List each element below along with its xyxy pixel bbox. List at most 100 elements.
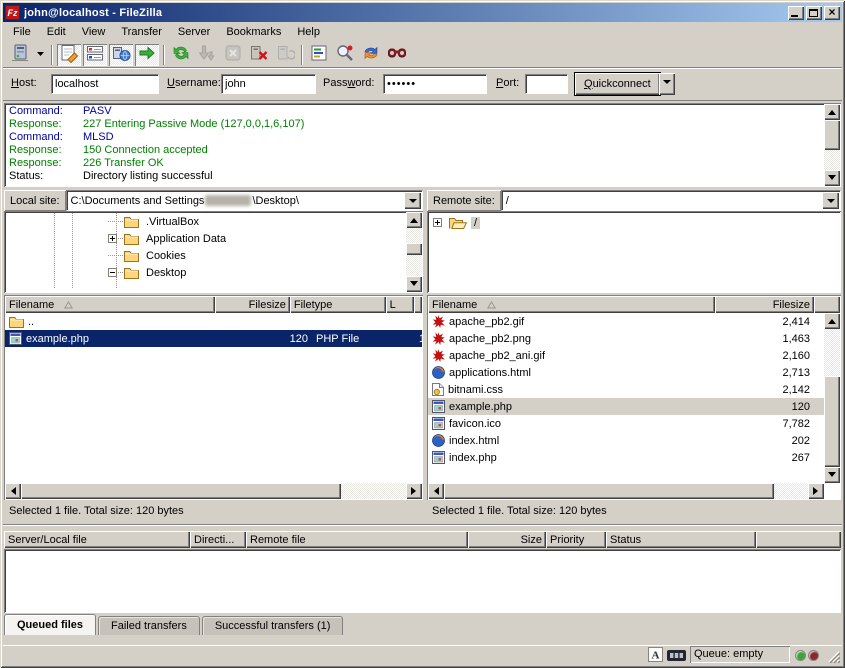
compare-icon[interactable] [333,44,357,66]
tree-item-virtualbox[interactable]: .VirtualBox [4,213,405,230]
speed-limits-icon[interactable] [667,650,686,664]
file-row-bitnami-css[interactable]: bitnami.css2,142 [428,381,824,398]
tree-item-application-data[interactable]: Application Data [4,230,405,247]
cancel-icon[interactable] [221,44,245,66]
column-header-filesize[interactable]: Filesize [215,296,290,313]
minimize-button[interactable] [788,6,804,20]
close-button[interactable]: × [824,6,840,20]
remote-file-list[interactable]: FilenameFilesize apache_pb2.gif2,414apac… [427,295,841,500]
quickconnect-dropdown-button[interactable] [659,73,675,95]
toggle-queue-icon[interactable] [135,44,159,66]
queue-column-status[interactable]: Status [606,531,756,548]
tree-item-root[interactable]: / [433,214,837,231]
site-manager-icon[interactable] [8,44,32,66]
queue-column-size[interactable]: Size [468,531,546,548]
port-input[interactable] [525,74,568,94]
resize-grip[interactable] [827,650,840,666]
scroll-down-button[interactable] [406,276,422,292]
remote-hscrollbar[interactable] [428,483,824,499]
tree-item-cookies[interactable]: Cookies [4,247,405,264]
host-input[interactable] [51,74,159,94]
file-row-[interactable]: .. [5,313,422,330]
scroll-up-button[interactable] [824,313,840,329]
scroll-down-button[interactable] [824,467,840,483]
quickconnect-button[interactable]: Quickconnect [575,73,660,95]
remote-vscrollbar[interactable] [824,313,840,483]
toggle-log-icon[interactable] [57,44,81,66]
queue-column-priority[interactable]: Priority [546,531,606,548]
disconnect-icon[interactable] [247,44,271,66]
queue-column-server-local-file[interactable]: Server/Local file [4,531,190,548]
column-header-filename[interactable]: Filename [5,296,215,313]
menu-item-bookmarks[interactable]: Bookmarks [218,23,289,42]
scroll-up-button[interactable] [406,212,422,228]
username-input[interactable] [221,74,316,94]
tab-successful-transfers-1[interactable]: Successful transfers (1) [202,616,344,635]
menu-item-help[interactable]: Help [289,23,328,42]
scroll-thumb[interactable] [444,483,774,499]
queue-column-directi[interactable]: Directi... [190,531,246,548]
scroll-thumb[interactable] [824,120,840,150]
menu-item-view[interactable]: View [74,23,114,42]
tree-item-desktop[interactable]: Desktop [4,264,405,281]
tab-queued-files[interactable]: Queued files [4,614,96,635]
expand-plus-icon[interactable] [433,218,442,227]
toggle-local-tree-icon[interactable] [83,44,107,66]
file-row-index-php[interactable]: index.php267 [428,449,824,466]
menu-item-server[interactable]: Server [170,23,218,42]
site-manager-dropdown-icon[interactable] [34,44,47,66]
maximize-button[interactable] [806,6,822,20]
queue-body[interactable] [4,549,841,613]
scroll-thumb[interactable] [21,483,341,499]
menu-item-edit[interactable]: Edit [39,23,74,42]
combo-dropdown-button[interactable] [404,192,421,209]
scroll-right-button[interactable] [808,483,824,499]
expand-plus-icon[interactable] [108,234,117,243]
scroll-right-button[interactable] [406,483,422,499]
log-scrollbar[interactable] [824,104,840,186]
file-row-example-php[interactable]: example.php120 [428,398,824,415]
local-tree-scrollbar[interactable] [406,212,422,292]
remote-site-path-combo[interactable]: / [501,190,841,211]
app-icon[interactable]: Fz [5,5,20,20]
column-header-l[interactable]: L [386,296,414,313]
file-row-example-php[interactable]: example.php120PHP File1 [5,330,422,347]
title-bar[interactable]: Fz john@localhost - FileZilla × [3,3,842,22]
combo-dropdown-button[interactable] [822,192,839,209]
file-row-favicon-ico[interactable]: favicon.ico7,782 [428,415,824,432]
local-directory-tree[interactable]: .VirtualBoxApplication DataCookiesDeskto… [4,211,423,293]
queue-column-remote-file[interactable]: Remote file [246,531,468,548]
column-header-filesize[interactable]: Filesize [715,296,814,313]
scroll-left-button[interactable] [428,483,444,499]
local-hscrollbar[interactable] [5,483,422,499]
scroll-down-button[interactable] [824,170,840,186]
password-input[interactable] [383,74,487,94]
file-row-apache-pb2-png[interactable]: apache_pb2.png1,463 [428,330,824,347]
column-header-filename[interactable]: Filename [428,296,715,313]
process-queue-icon[interactable] [195,44,219,66]
menu-item-transfer[interactable]: Transfer [113,23,170,42]
scroll-up-button[interactable] [824,104,840,120]
tab-failed-transfers[interactable]: Failed transfers [98,616,200,635]
file-row-apache-pb2-ani-gif[interactable]: apache_pb2_ani.gif2,160 [428,347,824,364]
file-row-applications-html[interactable]: applications.html2,713 [428,364,824,381]
sync-browsing-icon[interactable] [359,44,383,66]
filter-icon[interactable] [307,44,331,66]
toolbar-separator [301,45,303,65]
menu-item-file[interactable]: File [5,23,39,42]
ascii-transfer-type-icon[interactable]: A [648,647,663,665]
find-icon[interactable] [385,44,409,66]
toggle-remote-tree-icon[interactable] [109,44,133,66]
reconnect-icon[interactable] [273,44,297,66]
column-header-filetype[interactable]: Filetype [290,296,386,313]
scroll-thumb[interactable] [824,376,840,467]
file-row-apache-pb2-gif[interactable]: apache_pb2.gif2,414 [428,313,824,330]
local-site-path-combo[interactable]: C:\Documents and Settings\Desktop\ [66,190,423,211]
refresh-icon[interactable] [169,44,193,66]
local-file-list[interactable]: FilenameFilesizeFiletypeL ..example.php1… [4,295,423,500]
scroll-thumb[interactable] [406,243,422,255]
collapse-minus-icon[interactable] [108,268,117,277]
file-row-index-html[interactable]: index.html202 [428,432,824,449]
remote-directory-tree[interactable]: / [427,211,841,293]
scroll-left-button[interactable] [5,483,21,499]
